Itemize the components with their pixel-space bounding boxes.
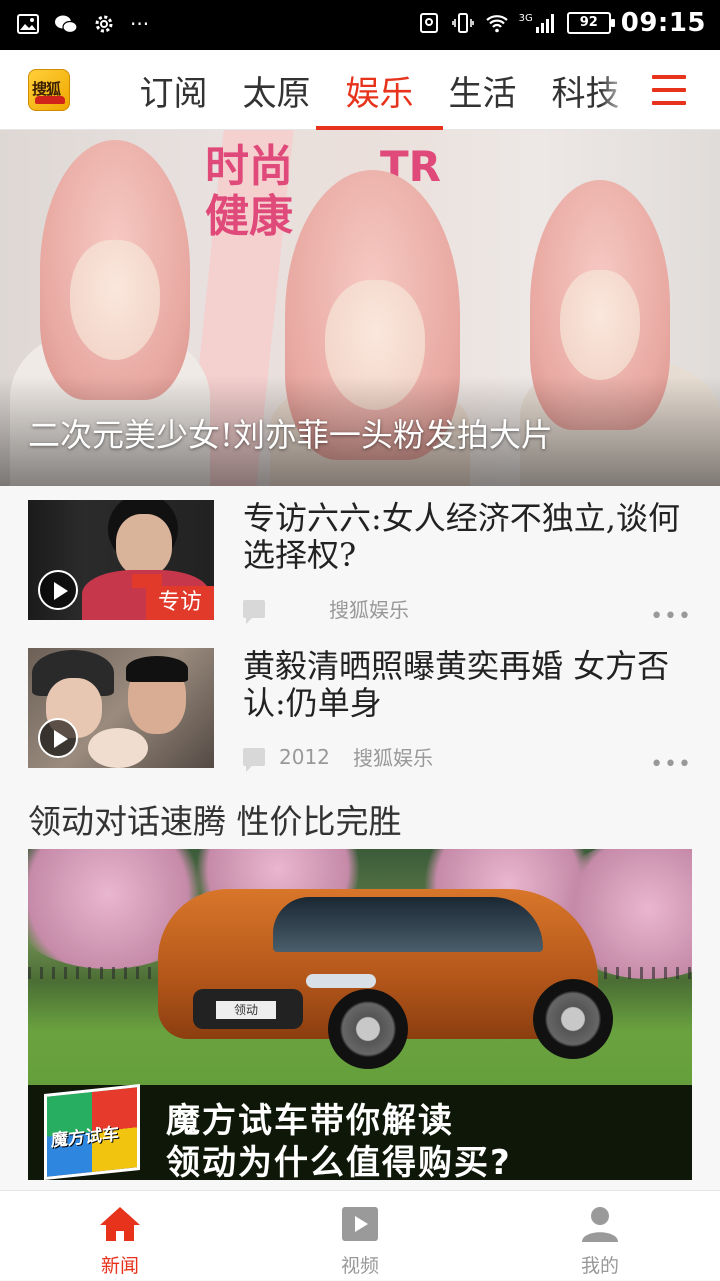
channel-tabs: 订阅 太原 娱乐 生活 科技 [122, 50, 637, 130]
thumb-person-face [116, 514, 172, 576]
ad-car-wheel-front [328, 989, 408, 1069]
news-thumbnail [28, 648, 214, 768]
cube-text: 魔方试车 [51, 1124, 119, 1152]
battery-indicator: 92 [566, 12, 615, 34]
play-icon[interactable] [38, 718, 78, 758]
bottom-tab-label: 我的 [580, 1255, 619, 1277]
hero-magazine-text: 时尚 健康 [205, 142, 293, 242]
network-type: 3G [518, 12, 533, 24]
news-meta: 搜狐娱乐 [243, 594, 409, 624]
signal-icon [535, 14, 554, 33]
ad-car-wheel-rear [533, 979, 613, 1059]
ad-car-plate: 领动 [216, 1001, 276, 1019]
settings-icon [95, 15, 113, 33]
hero-figure-left-face [70, 240, 160, 360]
hero-figure-right-face [560, 270, 640, 380]
bottom-tab-me[interactable]: 我的 [480, 1191, 720, 1281]
status-bar-left: ··· [16, 12, 149, 36]
video-icon [342, 1207, 378, 1241]
hero-magazine-text-1: 时尚 [205, 141, 293, 192]
sohu-logo[interactable]: 搜狐 [28, 69, 70, 111]
rubiks-cube-logo: 魔方试车 [44, 1083, 140, 1180]
tab-subscribe[interactable]: 订阅 [122, 50, 225, 130]
news-source: 搜狐娱乐 [329, 598, 409, 622]
thumb-tag: 专访 [146, 586, 214, 620]
thumb-man-hair [126, 656, 188, 682]
channel-nav: 搜狐 订阅 太原 娱乐 生活 科技 [0, 50, 720, 130]
comment-icon [243, 747, 265, 772]
bottom-tab-label: 视频 [340, 1255, 379, 1277]
person-icon [582, 1207, 618, 1242]
tabs-fade-left [78, 60, 118, 120]
play-icon[interactable] [38, 570, 78, 610]
hero-banner[interactable]: 时尚 健康 TR 二次元美少女!刘亦菲一头粉发拍大片 [0, 130, 720, 486]
more-options-icon[interactable]: ••• [650, 604, 692, 629]
news-thumbnail: 专访 [28, 500, 214, 620]
news-source: 搜狐娱乐 [353, 746, 433, 770]
home-icon [100, 1207, 140, 1241]
bottom-tab-news[interactable]: 新闻 [0, 1191, 240, 1281]
news-item[interactable]: 黄毅清晒照曝黄奕再婚 女方否认:仍单身 2012 搜狐娱乐 ••• [0, 634, 720, 782]
hero-magazine-text-2: 健康 [205, 191, 293, 242]
news-meta: 2012 搜狐娱乐 [243, 742, 433, 772]
tabs-fade-right [600, 60, 640, 120]
tab-life[interactable]: 生活 [431, 50, 534, 130]
comment-count: 2012 [279, 744, 330, 769]
bottom-tab-video[interactable]: 视频 [240, 1191, 480, 1281]
tab-entertainment[interactable]: 娱乐 [316, 50, 443, 130]
bottom-tab-label: 新闻 [100, 1255, 139, 1277]
news-title[interactable]: 专访六六:女人经济不独立,谈何选择权? [243, 500, 698, 574]
comment-icon [243, 599, 265, 624]
overflow-dots-icon: ··· [130, 12, 150, 36]
news-title[interactable]: 黄毅清晒照曝黄奕再婚 女方否认:仍单身 [243, 648, 698, 722]
bottom-tab-bar: 新闻 视频 我的 [0, 1190, 720, 1280]
news-item[interactable]: 专访 专访六六:女人经济不独立,谈何选择权? 搜狐娱乐 ••• [0, 486, 720, 634]
hero-caption: 二次元美少女!刘亦菲一头粉发拍大片 [28, 416, 553, 454]
ad-banner-line-2: 领动为什么值得购买? [166, 1143, 512, 1180]
ad-car-headlight [306, 974, 376, 988]
more-options-icon[interactable]: ••• [650, 752, 692, 777]
ad-car-window [273, 897, 543, 952]
wechat-icon [55, 15, 78, 34]
status-bar: ··· 3G 92 09:15 [0, 0, 720, 50]
channel-menu-icon[interactable] [652, 75, 686, 105]
logo-text: 搜狐 [32, 80, 61, 98]
wifi-icon [485, 15, 508, 33]
thumb-baby [88, 728, 148, 768]
image-icon [17, 14, 39, 34]
clock: 09:15 [620, 8, 706, 38]
ad-title[interactable]: 领动对话速腾 性价比完胜 [28, 795, 402, 843]
ad-image[interactable]: 领动 魔方试车 魔方试车带你解读 领动为什么值得购买? [28, 849, 692, 1180]
status-bar-right: 3G 92 09:15 [417, 8, 706, 38]
vibrate-icon [451, 13, 474, 33]
nfc-icon [419, 13, 438, 33]
tab-taiyuan[interactable]: 太原 [225, 50, 328, 130]
